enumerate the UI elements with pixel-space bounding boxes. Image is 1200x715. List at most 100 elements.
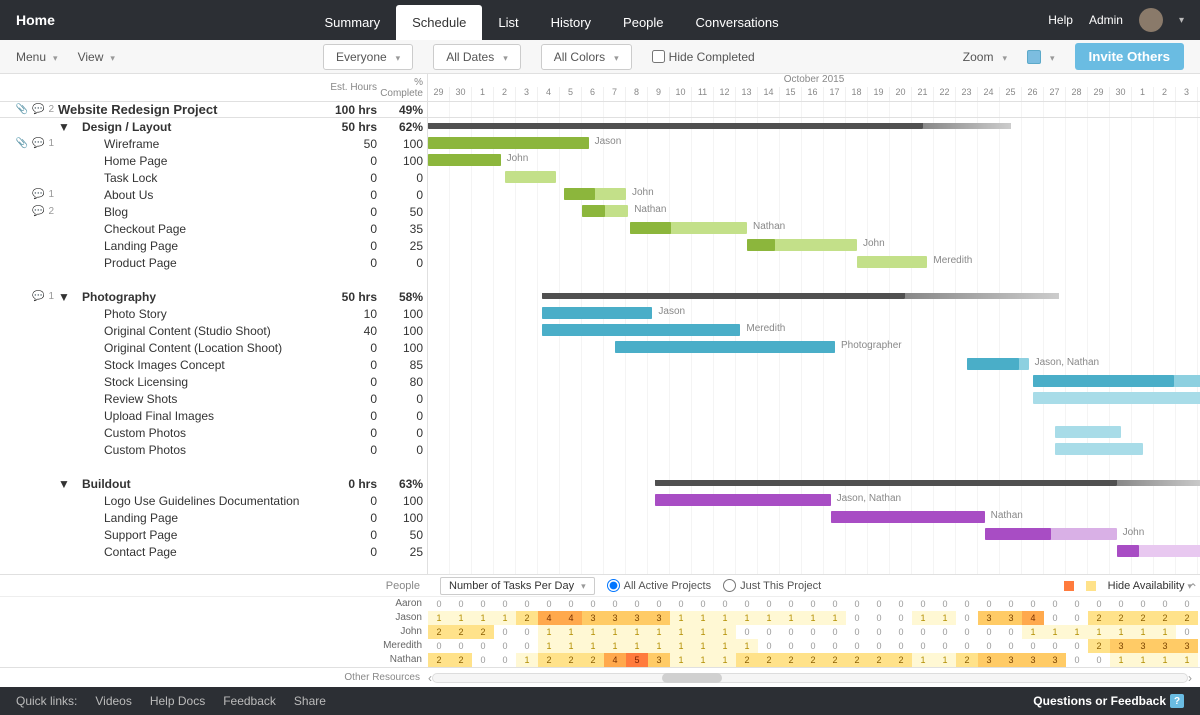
attachment-icon[interactable] [16,104,28,115]
task-est: 0 [327,528,377,542]
comment-icon[interactable] [32,189,44,200]
scroll-right-icon[interactable]: › [1188,671,1192,685]
hide-completed-input[interactable] [652,50,665,63]
footer-link-videos[interactable]: Videos [95,694,131,708]
day-header: 24 [978,87,1000,101]
task-row[interactable]: Original Content (Studio Shoot)40100 [0,322,427,339]
task-row[interactable]: Stock Images Concept085 [0,356,427,373]
feedback-button[interactable]: Questions or Feedback ? [1033,694,1184,708]
task-row[interactable]: Upload Final Images00 [0,407,427,424]
task-row[interactable]: Task Lock00 [0,169,427,186]
assignee-label: John [863,238,885,249]
comment-icon[interactable] [32,138,44,149]
filter-people-dropdown[interactable]: Everyone [323,44,413,70]
summary-bar[interactable] [428,123,923,129]
task-row[interactable]: 1Wireframe50100 [0,135,427,152]
task-row[interactable]: Support Page050 [0,526,427,543]
task-group-row[interactable]: 1▼Photography50 hrs58% [0,288,427,305]
tasks-per-day-dropdown[interactable]: Number of Tasks Per Day [440,577,595,595]
invite-others-button[interactable]: Invite Others [1075,43,1184,70]
tab-summary[interactable]: Summary [309,5,397,40]
tab-list[interactable]: List [482,5,534,40]
collapse-icon[interactable]: ▼ [58,477,70,491]
tab-history[interactable]: History [535,5,607,40]
availability-cell: 1 [1066,625,1088,639]
task-group-row[interactable]: ▼Design / Layout50 hrs62% [0,118,427,135]
comment-count: 1 [48,189,54,200]
task-row[interactable]: Custom Photos00 [0,424,427,441]
task-bar[interactable] [1033,392,1200,404]
task-row[interactable]: Logo Use Guidelines Documentation0100 [0,492,427,509]
scroll-up-icon[interactable]: ⌃ [1188,581,1198,595]
color-selector[interactable] [1027,50,1055,64]
availability-cell: 0 [1066,639,1088,653]
user-menu-chevron-icon[interactable]: ▾ [1179,15,1184,26]
task-row[interactable]: Photo Story10100 [0,305,427,322]
task-row[interactable]: Original Content (Location Shoot)0100 [0,339,427,356]
summary-bar[interactable] [655,480,1117,486]
hide-availability-toggle[interactable]: Hide Availability [1108,580,1192,592]
task-row[interactable]: Stock Licensing080 [0,373,427,390]
day-header: 22 [934,87,956,101]
attachment-icon[interactable] [16,138,28,149]
filter-dates-dropdown[interactable]: All Dates [433,44,521,70]
person-name[interactable]: John [0,625,428,639]
tab-schedule[interactable]: Schedule [396,5,482,40]
task-name: Custom Photos [70,426,327,440]
footer-link-feedback[interactable]: Feedback [223,694,276,708]
comment-icon[interactable] [32,104,44,115]
collapse-icon[interactable]: ▼ [58,120,70,134]
availability-cell: 0 [802,625,824,639]
horizontal-scrollbar[interactable] [432,671,1188,685]
task-row[interactable]: Home Page0100 [0,152,427,169]
task-row[interactable]: 2Blog050 [0,203,427,220]
day-header: 17 [824,87,846,101]
person-name[interactable]: Aaron [0,597,428,611]
hide-completed-checkbox[interactable]: Hide Completed [652,50,755,64]
task-bar-progress [1033,375,1174,387]
task-row[interactable]: Contact Page025 [0,543,427,560]
task-bar[interactable] [1055,426,1121,438]
comment-icon[interactable] [32,206,44,217]
help-link[interactable]: Help [1048,13,1073,27]
availability-cell: 1 [736,639,758,653]
user-avatar[interactable] [1139,8,1163,32]
task-row[interactable]: Landing Page0100 [0,509,427,526]
project-row[interactable]: 2 Website Redesign Project 100 hrs 49% [0,102,427,118]
footer-link-help-docs[interactable]: Help Docs [150,694,205,708]
task-row[interactable]: Review Shots00 [0,390,427,407]
radio-all-projects[interactable]: All Active Projects [607,579,711,592]
task-bar[interactable] [505,171,556,183]
view-dropdown[interactable]: View [78,50,115,64]
scroll-thumb[interactable] [662,673,722,683]
collapse-icon[interactable]: ▼ [58,290,70,304]
task-row[interactable]: Landing Page025 [0,237,427,254]
task-row[interactable]: Product Page00 [0,254,427,271]
footer-link-share[interactable]: Share [294,694,326,708]
tab-conversations[interactable]: Conversations [680,5,795,40]
availability-cell: 2 [472,625,494,639]
filter-colors-dropdown[interactable]: All Colors [541,44,632,70]
task-row[interactable]: Custom Photos00 [0,441,427,458]
menu-dropdown[interactable]: Menu [16,50,58,64]
task-row[interactable]: Checkout Page035 [0,220,427,237]
summary-bar[interactable] [542,293,905,299]
person-name[interactable]: Meredith [0,639,428,653]
task-row[interactable]: 1About Us00 [0,186,427,203]
tab-people[interactable]: People [607,5,679,40]
task-bar[interactable]: Meredith [857,256,927,268]
person-name[interactable]: Jason [0,611,428,625]
gantt-chart[interactable]: October 2015 293012345678910111213141516… [428,74,1200,574]
home-link[interactable]: Home [16,12,55,28]
task-group-row[interactable]: ▼Buildout0 hrs63% [0,475,427,492]
task-bar[interactable] [1055,443,1143,455]
comment-icon[interactable] [32,291,44,302]
zoom-control[interactable]: Zoom [963,50,1007,64]
gantt-row: Jason [428,135,1200,152]
day-header: 25 [1000,87,1022,101]
gantt-row: Meredith [428,254,1200,271]
radio-this-project[interactable]: Just This Project [723,579,821,592]
admin-link[interactable]: Admin [1089,13,1123,27]
person-name[interactable]: Nathan [0,653,428,667]
chevron-down-icon [500,50,508,64]
